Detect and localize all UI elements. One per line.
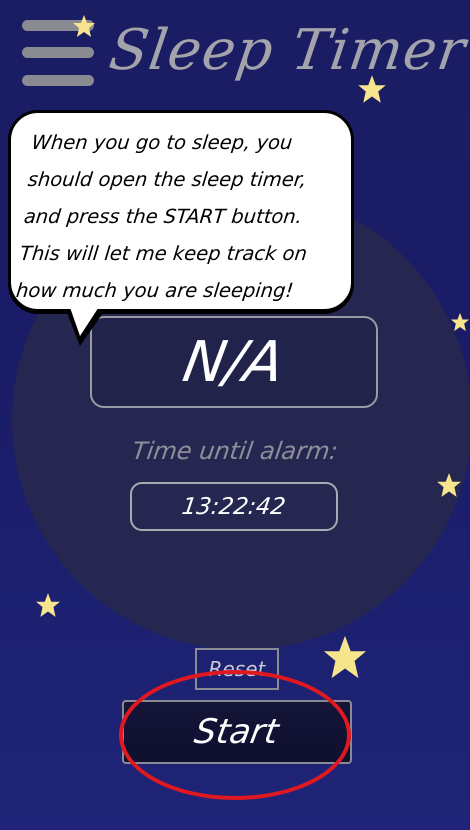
star-icon xyxy=(323,635,367,679)
menu-bar-bottom xyxy=(22,75,94,86)
star-icon xyxy=(73,15,95,37)
star-icon xyxy=(450,312,470,332)
star-icon xyxy=(437,473,461,497)
alarm-countdown-display: 13:22:42 xyxy=(130,482,338,531)
star-icon xyxy=(36,593,60,617)
menu-bar-middle xyxy=(22,47,94,58)
page-title: Sleep Timer xyxy=(105,18,470,83)
sleep-status-display: N/A xyxy=(90,316,378,408)
star-icon xyxy=(358,75,386,103)
sleep-status-value: N/A xyxy=(178,329,290,395)
start-button[interactable]: Start xyxy=(122,700,352,764)
alarm-label: Time until alarm: xyxy=(130,437,340,465)
alarm-countdown-value: 13:22:42 xyxy=(180,493,288,520)
tutorial-message: When you go to sleep, you should open th… xyxy=(15,131,309,302)
reset-button[interactable]: Reset xyxy=(195,648,279,690)
start-button-label: Start xyxy=(191,712,283,752)
